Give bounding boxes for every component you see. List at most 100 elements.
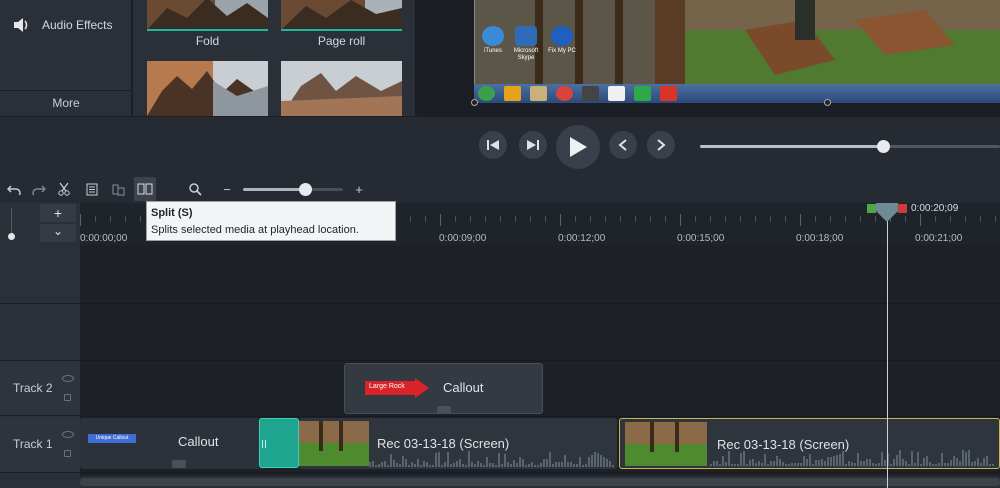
waveform-bar: [986, 456, 988, 466]
paste-icon: [112, 184, 125, 196]
track-lane-track-1[interactable]: Unique Callout Callout Rec 03-13-18 (Scr…: [80, 417, 1000, 473]
callout-clip[interactable]: Large Rock Callout: [344, 363, 543, 414]
waveform-bar: [938, 463, 940, 466]
waveform-bar: [992, 464, 994, 466]
screen-recording-clip[interactable]: Rec 03-13-18 (Screen): [299, 418, 617, 469]
scrubber-handle[interactable]: [877, 140, 890, 153]
tools-panel: Audio Effects More: [0, 0, 132, 116]
waveform-bar: [483, 465, 485, 467]
ruler-tick: [785, 216, 786, 222]
lock-icon[interactable]: [64, 450, 71, 457]
waveform-bar: [806, 459, 808, 466]
slider-handle[interactable]: [8, 233, 15, 240]
callout-clip[interactable]: Unique Callout Callout: [80, 418, 266, 469]
transition-clip[interactable]: [259, 418, 299, 468]
eye-icon[interactable]: [62, 375, 74, 382]
ruler-tick: [485, 216, 486, 222]
copy-icon: [86, 183, 98, 196]
waveform-bar: [833, 456, 835, 466]
track-header-track-1[interactable]: Track 1: [0, 417, 80, 473]
speaker-icon: [14, 18, 28, 32]
ruler-label: 0:00:00;00: [80, 233, 128, 244]
transition-thumb-page-roll[interactable]: [281, 0, 402, 30]
clip-expand-handle[interactable]: [172, 460, 186, 468]
track-lane-empty[interactable]: [80, 245, 1000, 304]
ruler-tick: [665, 216, 666, 222]
zoom-fit-button[interactable]: [184, 177, 206, 201]
zoom-slider-handle[interactable]: [299, 183, 312, 196]
next-button[interactable]: [647, 131, 675, 159]
itunes-icon: [482, 26, 504, 46]
collapse-tracks-button[interactable]: ⌄: [40, 224, 76, 242]
ruler-tick: [500, 216, 501, 222]
ruler-tick: [725, 216, 726, 222]
transition-thumb-4[interactable]: [281, 61, 402, 116]
previous-button[interactable]: [609, 131, 637, 159]
chrome-icon: [556, 86, 573, 101]
track-lane-track-2[interactable]: Large Rock Callout: [80, 361, 1000, 417]
waveform-bar: [962, 450, 964, 466]
waveform-bar: [372, 461, 374, 467]
copy-button[interactable]: [81, 177, 103, 201]
waveform-bar: [914, 463, 916, 466]
ruler-tick: [620, 216, 621, 222]
waveform-bar: [959, 461, 961, 466]
step-back-icon: [487, 140, 499, 150]
undo-button[interactable]: [3, 177, 25, 201]
scrollbar-thumb[interactable]: [80, 478, 1000, 486]
waveform-bar: [576, 464, 578, 467]
waveform-bar: [609, 461, 611, 467]
waveform-bar: [902, 459, 904, 466]
desktop-icon-help[interactable]: Fix My PC: [547, 26, 577, 55]
waveform-bar: [555, 462, 557, 467]
cut-button[interactable]: [53, 177, 75, 201]
transition-thumb-fold[interactable]: [147, 0, 268, 30]
waveform-bar: [860, 461, 862, 466]
zoom-in-button[interactable]: +: [348, 177, 370, 201]
playhead-handle[interactable]: [867, 203, 907, 223]
transition-thumb-3[interactable]: [147, 61, 268, 116]
play-button[interactable]: [556, 125, 600, 169]
ruler-tick: [770, 216, 771, 222]
waveform-bar: [935, 464, 937, 466]
desktop-icon-skype[interactable]: Microsoft Skype: [511, 26, 541, 62]
clip-expand-handle[interactable]: [437, 406, 451, 413]
redo-button[interactable]: [28, 177, 50, 201]
add-track-button[interactable]: +: [40, 204, 76, 222]
step-forward-button[interactable]: [519, 131, 547, 159]
waveform-bar: [908, 464, 910, 466]
paste-button[interactable]: [107, 177, 129, 201]
waveform-bar: [869, 459, 871, 466]
track-lane-empty[interactable]: [80, 304, 1000, 361]
waveform-bar: [941, 453, 943, 466]
waveform-bar: [848, 461, 850, 466]
waveform-bar: [734, 464, 736, 466]
waveform-bar: [564, 455, 566, 467]
waveform-bar: [863, 461, 865, 466]
waveform-bar: [857, 453, 859, 466]
split-button[interactable]: [134, 177, 156, 201]
zoom-out-button[interactable]: −: [216, 177, 238, 201]
waveform-bar: [399, 464, 401, 467]
waveform-bar: [947, 463, 949, 466]
desktop-icon-itunes[interactable]: iTunes: [478, 26, 508, 55]
waveform-bar: [597, 453, 599, 467]
more-button[interactable]: More: [0, 92, 132, 114]
waveform-bar: [429, 465, 431, 467]
resize-handle[interactable]: [824, 99, 831, 106]
track-header-track-2[interactable]: Track 2: [0, 361, 80, 416]
tool-audio-effects[interactable]: Audio Effects: [0, 0, 132, 50]
lock-icon[interactable]: [64, 394, 71, 401]
waveform-bar: [579, 457, 581, 467]
step-back-button[interactable]: [479, 131, 507, 159]
eye-icon[interactable]: [62, 431, 74, 438]
timeline-scrollbar[interactable]: [80, 476, 1000, 488]
waveform-bar: [920, 464, 922, 466]
resize-handle[interactable]: [471, 99, 478, 106]
waveform-bar: [821, 459, 823, 466]
waveform-bar: [809, 454, 811, 466]
track-height-slider[interactable]: [8, 208, 16, 240]
waveform-bar: [567, 462, 569, 467]
start-icon: [478, 86, 495, 101]
screen-recording-clip-selected[interactable]: Rec 03-13-18 (Screen): [619, 418, 1000, 469]
